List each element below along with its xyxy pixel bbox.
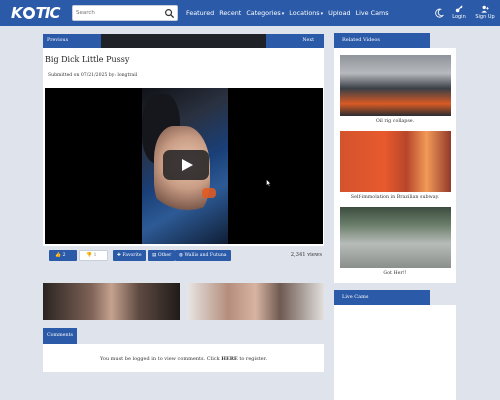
key-icon (455, 5, 463, 13)
location-tag-label: Wallis and Futuna (184, 253, 227, 258)
chevron-down-icon: ▾ (281, 11, 285, 17)
site-logo[interactable]: K TIC (11, 4, 69, 22)
search-box (72, 5, 178, 21)
video-player[interactable] (45, 88, 323, 244)
nav-categories[interactable]: Categories▾ (246, 9, 284, 17)
related-videos-panel: Oil rig collapse. Self-immolation in Bra… (334, 48, 456, 283)
location-tag-button[interactable]: ◍ Wallis and Futuna (175, 250, 231, 261)
related-video-title[interactable]: Got Her!! (334, 271, 456, 276)
promo-thumbnail-left[interactable] (43, 283, 180, 320)
nav-live-cams[interactable]: Live Cams (356, 9, 389, 17)
comments-login-message: You must be logged in to view comments. … (43, 356, 324, 362)
related-video-thumbnail[interactable] (340, 207, 451, 268)
user-plus-icon (481, 5, 489, 13)
uploader-link[interactable]: longtrail (117, 73, 137, 78)
nav-categories-label: Categories (246, 9, 281, 17)
dislike-button[interactable]: 👎 1 (79, 250, 108, 261)
folder-icon: ▤ (152, 253, 157, 258)
globe-icon: ◍ (179, 253, 184, 258)
nav-recent[interactable]: Recent (219, 9, 241, 17)
favorite-label: Favorite (122, 253, 142, 258)
thumbs-down-icon: 👎 (86, 253, 92, 258)
submission-info: Submitted on 07/21/2025 by: longtrail (48, 73, 137, 78)
cursor-icon (266, 179, 271, 187)
page-title: Big Dick Little Pussy (45, 55, 130, 64)
other-button[interactable]: ▤ Other (148, 250, 176, 261)
plus-icon: ✚ (117, 253, 121, 258)
favorite-button[interactable]: ✚ Favorite (113, 250, 146, 261)
play-button[interactable] (163, 150, 209, 180)
moon-icon[interactable] (434, 8, 444, 18)
comments-message-end: to register. (237, 356, 268, 362)
video-panel: Previous Next Big Dick Little Pussy Subm… (43, 34, 324, 246)
related-video-title[interactable]: Self-immolation in Brazilian subway. (334, 195, 456, 200)
live-cams-header: Live Cams (334, 290, 430, 305)
view-count: 2,341 views (290, 252, 322, 258)
related-video-thumbnail[interactable] (340, 131, 451, 192)
other-label: Other (157, 253, 172, 258)
search-input[interactable] (76, 7, 160, 19)
video-actions: 👍 2 👎 1 ✚ Favorite ▤ Other ◍ Wallis and … (43, 250, 324, 262)
main-nav: Featured Recent Categories▾ Locations▾ U… (186, 9, 389, 17)
nav-featured[interactable]: Featured (186, 9, 214, 17)
submitted-text: Submitted on 07/21/2025 by: (48, 73, 118, 78)
related-video-title[interactable]: Oil rig collapse. (334, 119, 456, 124)
top-navigation-bar: KTIC Featured Recent Categories▾ Locatio… (0, 0, 500, 26)
related-video-thumbnail[interactable] (340, 55, 451, 116)
nav-upload[interactable]: Upload (328, 9, 350, 17)
related-videos-header: Related Videos (334, 33, 430, 48)
next-button[interactable]: Next (266, 34, 324, 48)
previous-button[interactable]: Previous (43, 34, 101, 48)
comments-panel: You must be logged in to view comments. … (43, 344, 324, 372)
live-cams-panel (334, 305, 456, 400)
login-button[interactable]: Login (448, 4, 470, 22)
signup-button[interactable]: Sign Up (474, 4, 496, 22)
login-label: Login (452, 14, 466, 20)
signup-label: Sign Up (475, 14, 495, 20)
chevron-down-icon: ▾ (320, 11, 324, 17)
register-link[interactable]: HERE (221, 356, 238, 362)
comments-header: Comments (43, 328, 77, 344)
logo-mark (22, 7, 35, 19)
pager-bar (101, 34, 266, 48)
nav-locations-label: Locations (289, 9, 320, 17)
promo-thumbnail-right[interactable] (187, 283, 324, 320)
dislike-count: 1 (93, 253, 97, 258)
comments-message-start: You must be logged in to view comments. … (99, 356, 222, 362)
nav-locations[interactable]: Locations▾ (289, 9, 323, 17)
search-icon[interactable] (164, 8, 175, 19)
video-frame-highlight (202, 188, 216, 198)
thumbs-up-icon: 👍 (55, 253, 61, 258)
like-button[interactable]: 👍 2 (49, 250, 77, 261)
like-count: 2 (62, 253, 66, 258)
